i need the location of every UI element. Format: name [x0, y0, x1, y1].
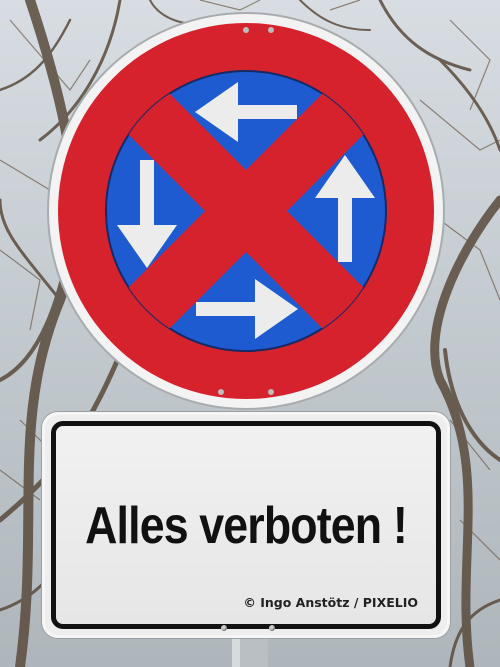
- supplementary-plate: Alles verboten ! © Ingo Anstötz / PIXELI…: [42, 412, 450, 638]
- plate-screw: [221, 625, 227, 631]
- no-stopping-sign: [47, 12, 445, 410]
- plate-text: Alles verboten !: [85, 497, 408, 555]
- photo-credit: © Ingo Anstötz / PIXELIO: [243, 595, 418, 610]
- plate-border: Alles verboten ! © Ingo Anstötz / PIXELI…: [51, 421, 441, 629]
- plate-screw: [269, 625, 275, 631]
- photo-scene: Alles verboten ! © Ingo Anstötz / PIXELI…: [0, 0, 500, 667]
- sign-bolt: [268, 27, 274, 33]
- sign-bolt: [218, 389, 224, 395]
- sign-bolt: [268, 389, 274, 395]
- sign-bolt: [243, 27, 249, 33]
